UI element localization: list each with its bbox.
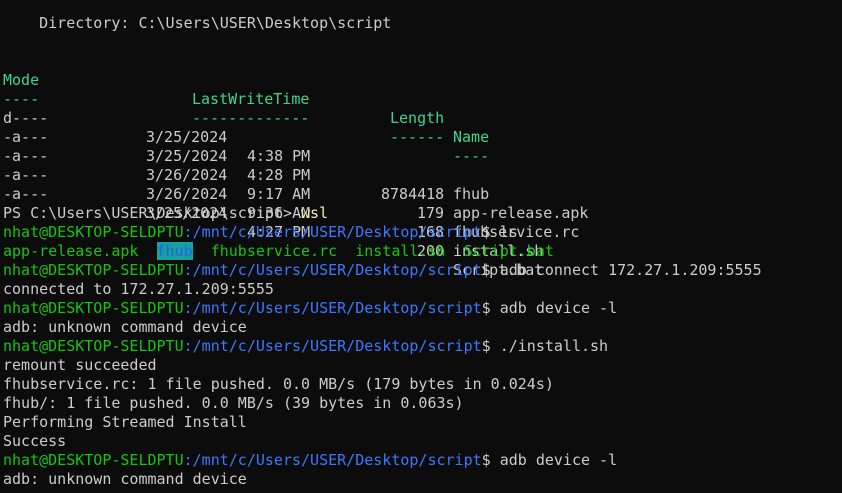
prompt-user: nhat@DESKTOP-SELDPTU	[3, 337, 184, 355]
row-date: 3/26/2024	[146, 185, 228, 203]
ls-output-line: app-release.apk fhub fhubservice.rc inst…	[3, 242, 554, 261]
table-row: d---- 3/25/2024 4:38 PM fhub	[3, 90, 489, 203]
prompt-user: nhat@DESKTOP-SELDPTU	[3, 223, 184, 241]
ps-command: wsl	[301, 204, 329, 222]
output-line: Success	[3, 432, 67, 450]
prompt-dollar: $	[481, 299, 500, 317]
underline-name: ----	[453, 147, 490, 165]
output-line: fhub/: 1 file pushed. 0.0 MB/s (39 bytes…	[3, 394, 464, 412]
bash-prompt-line: nhat@DESKTOP-SELDPTU:/mnt/c/Users/USER/D…	[3, 337, 608, 356]
bash-prompt-line: nhat@DESKTOP-SELDPTU:/mnt/c/Users/USER/D…	[3, 261, 762, 280]
row-length: 8784418	[381, 185, 445, 203]
table-row: -a--- 3/25/2024 4:27 PM 200 Script.bat	[3, 166, 543, 279]
prompt-dollar: $	[481, 223, 500, 241]
table-row: -a--- 3/25/2024 4:28 PM 8784418 app-rele…	[3, 109, 588, 222]
row-time: 4:38 PM	[247, 147, 311, 165]
output-line: adb: unknown command device	[3, 318, 247, 336]
bash-prompt-line: nhat@DESKTOP-SELDPTU:/mnt/c/Users/USER/D…	[3, 223, 518, 242]
ps-prompt: PS C:\Users\USER\Desktop\script>	[3, 204, 302, 222]
command-text: adb device -l	[499, 451, 618, 469]
prompt-dollar: $	[481, 451, 500, 469]
underline-lastwritetime: -------------	[192, 109, 310, 127]
ls-file: fhubservice.rc	[210, 242, 338, 260]
output-line: connected to 172.27.1.209:5555	[3, 280, 274, 298]
ls-dir: fhub	[156, 242, 193, 260]
ps-prompt-line: PS C:\Users\USER\Desktop\script> wsl	[3, 204, 328, 223]
prompt-dollar: $	[481, 337, 500, 355]
prompt-path: :/mnt/c/Users/USER/Desktop/script	[183, 451, 482, 469]
row-date: 3/25/2024	[146, 147, 228, 165]
directory-line: Directory: C:\Users\USER\Desktop\script	[3, 14, 392, 32]
ls-file: app-release.apk	[3, 242, 139, 260]
ls-file: install.sh	[355, 242, 446, 260]
command-text: ./install.sh	[499, 337, 609, 355]
prompt-path: :/mnt/c/Users/USER/Desktop/script	[183, 337, 482, 355]
ls-file: Script.bat	[463, 242, 554, 260]
prompt-user: nhat@DESKTOP-SELDPTU	[3, 451, 184, 469]
prompt-path: :/mnt/c/Users/USER/Desktop/script	[183, 223, 482, 241]
header-lastwritetime: LastWriteTime	[192, 90, 310, 108]
row-time: 9:17 AM	[247, 185, 311, 203]
command-text: adb connect 172.27.1.209:5555	[499, 261, 762, 279]
table-header-underline: ---- ------------- ------ ----	[3, 71, 489, 165]
output-line: Performing Streamed Install	[3, 413, 247, 431]
terminal-window[interactable]: Directory: C:\Users\USER\Desktop\script …	[0, 0, 842, 493]
bash-prompt-line: nhat@DESKTOP-SELDPTU:/mnt/c/Users/USER/D…	[3, 451, 617, 470]
command-text: ls	[499, 223, 518, 241]
bash-prompt-line: nhat@DESKTOP-SELDPTU:/mnt/c/Users/USER/D…	[3, 299, 617, 318]
prompt-path: :/mnt/c/Users/USER/Desktop/script	[183, 261, 482, 279]
table-row: -a--- 3/26/2024 9:36 AM 168 install.sh	[3, 147, 543, 260]
table-row: -a--- 3/26/2024 9:17 AM 179 fhubservice.…	[3, 128, 579, 241]
prompt-user: nhat@DESKTOP-SELDPTU	[3, 261, 184, 279]
row-date: 3/25/2024	[146, 128, 228, 146]
underline-length: ------	[390, 128, 445, 146]
output-line: fhubservice.rc: 1 file pushed. 0.0 MB/s …	[3, 375, 554, 393]
row-name: fhub	[453, 185, 490, 203]
row-mode: -a---	[3, 185, 49, 203]
header-length: Length	[390, 109, 445, 127]
row-name: app-release.apk	[453, 204, 589, 222]
row-length: 179	[417, 204, 445, 222]
command-text: adb device -l	[499, 299, 618, 317]
row-time: 4:28 PM	[247, 166, 311, 184]
prompt-dollar: $	[481, 261, 500, 279]
row-date: 3/26/2024	[146, 166, 228, 184]
output-line: remount succeeded	[3, 356, 157, 374]
header-name: Name	[453, 128, 490, 146]
prompt-path: :/mnt/c/Users/USER/Desktop/script	[183, 299, 482, 317]
table-header: Mode LastWriteTime Length Name	[3, 52, 489, 146]
output-line: adb: unknown command device	[3, 470, 247, 488]
prompt-user: nhat@DESKTOP-SELDPTU	[3, 299, 184, 317]
